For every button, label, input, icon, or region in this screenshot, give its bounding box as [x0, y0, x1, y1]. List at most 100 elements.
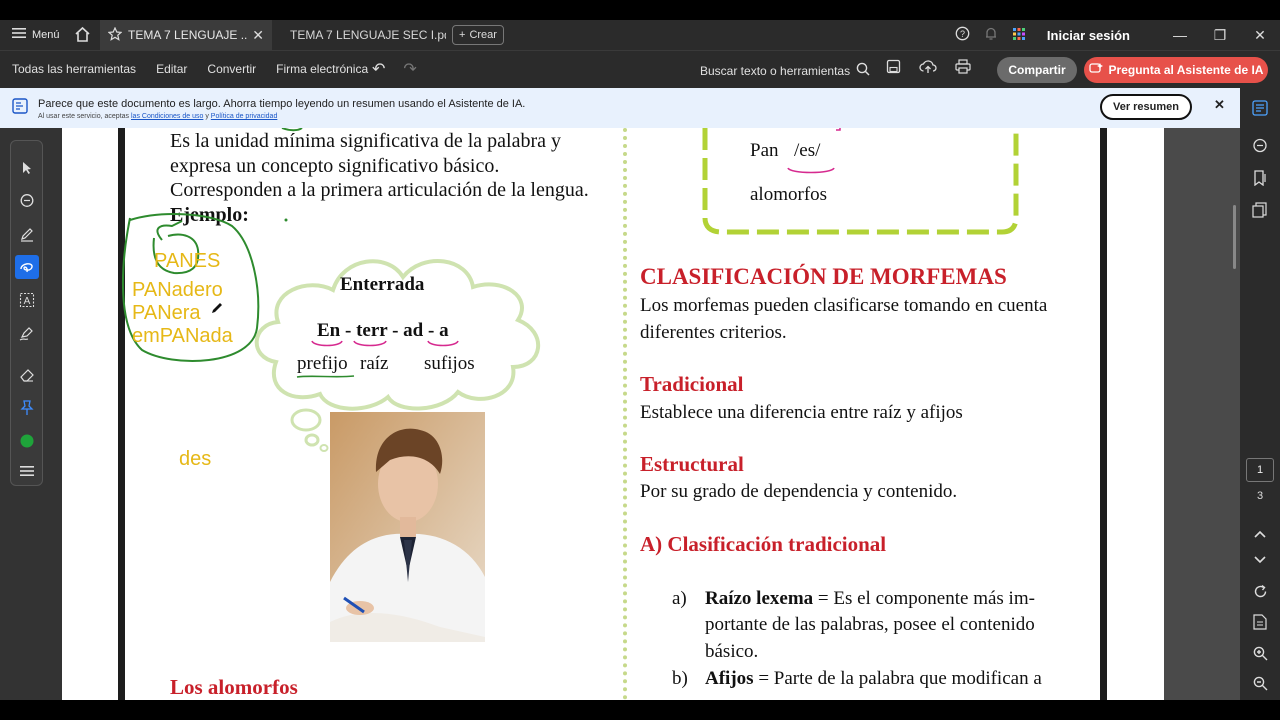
- redo-icon[interactable]: ↷: [403, 59, 416, 79]
- ai-document-icon: [12, 98, 28, 119]
- close-tab-icon[interactable]: ✕: [252, 27, 264, 44]
- hand-word-panes: PANES: [154, 250, 221, 272]
- quick-tools: A: [10, 140, 43, 486]
- hand-word-panadero: PANadero: [132, 279, 223, 301]
- apps-grid-icon[interactable]: [1005, 27, 1033, 44]
- item-a-line-2: portante de las palabras, posee el conte…: [705, 614, 1035, 635]
- close-window-icon[interactable]: ✕: [1240, 27, 1280, 44]
- box-word-alomorfos: alomorfos: [750, 184, 828, 205]
- zoom-out-icon[interactable]: [1250, 676, 1270, 694]
- edit-menu[interactable]: Editar: [156, 62, 187, 76]
- eraser-icon[interactable]: [15, 363, 39, 387]
- document-icon[interactable]: [1250, 614, 1270, 633]
- home-icon[interactable]: [74, 26, 91, 46]
- svg-text:A: A: [24, 296, 31, 307]
- star-icon[interactable]: [107, 26, 123, 44]
- prefix-underline: [296, 375, 355, 378]
- menu-button[interactable]: Menú: [12, 27, 60, 42]
- terms-link[interactable]: las Condiciones de uso: [131, 113, 203, 120]
- help-icon[interactable]: ?: [949, 26, 977, 44]
- refresh-icon[interactable]: [1250, 584, 1270, 602]
- highlight-pen-icon[interactable]: [15, 222, 39, 246]
- label-sufijos: sufijos: [424, 353, 475, 374]
- select-cursor-icon[interactable]: [15, 156, 39, 180]
- view-summary-button[interactable]: Ver resumen: [1100, 94, 1192, 120]
- create-button[interactable]: + Crear: [452, 25, 504, 45]
- ai-summary-panel-icon[interactable]: [1250, 100, 1270, 119]
- comments-panel-icon[interactable]: [1250, 138, 1270, 157]
- chevron-down-icon[interactable]: [1250, 552, 1270, 567]
- notice-terms: Al usar este servicio, aceptas las Condi…: [38, 113, 277, 120]
- heading-estructural: Estructural: [640, 452, 744, 476]
- intro-line-1: Los morfemas pueden clasificarse tomando…: [640, 295, 1048, 316]
- heading-clasificacion: CLASIFICACIÓN DE MORFEMAS: [640, 264, 1007, 289]
- current-page-indicator[interactable]: 1: [1246, 458, 1274, 482]
- item-b-def: = Parte de la palabra que modifican a: [753, 668, 1042, 689]
- text-box-icon[interactable]: A: [15, 288, 39, 312]
- chevron-up-icon[interactable]: [1250, 526, 1270, 541]
- hand-word-panera: PANera: [132, 302, 201, 324]
- upload-cloud-icon[interactable]: [919, 59, 937, 78]
- tab-label: TEMA 7 LENGUAJE ...: [128, 28, 248, 42]
- search-label: Buscar texto o herramientas: [700, 63, 851, 78]
- tradicional-text: Establece una diferencia entre raíz y af…: [640, 402, 963, 423]
- morpheme-brackets: [311, 340, 459, 347]
- item-a-def: = Es el componente más im-: [813, 588, 1035, 609]
- sign-pen-icon[interactable]: [15, 321, 39, 345]
- item-b-term: Afijos: [705, 668, 754, 689]
- right-tool-rail: 1 3: [1240, 88, 1280, 700]
- restore-icon[interactable]: ❐: [1200, 27, 1240, 44]
- search-icon: [856, 62, 870, 79]
- esign-menu[interactable]: Firma electrónica: [276, 62, 368, 76]
- item-b-line-1: Afijos = Parte de la palabra que modific…: [705, 668, 1042, 690]
- heading-clasificacion-tradicional: A) Clasificación tradicional: [640, 532, 887, 556]
- pages-icon[interactable]: [1250, 202, 1270, 221]
- undo-icon[interactable]: ↶: [372, 59, 385, 79]
- tab-label: TEMA 7 LENGUAJE SEC I.pdf: [290, 28, 446, 42]
- item-a-line-1: Raízo lexema = Es el componente más im-: [705, 588, 1035, 610]
- create-label: Crear: [469, 29, 497, 41]
- cloud-title: Enterrada: [340, 274, 425, 295]
- title-bar: Menú TEMA 7 LENGUAJE ... ✕ TEMA 7 LENGUA…: [0, 20, 1280, 50]
- main-toolbar: Todas las herramientas Editar Convertir …: [0, 50, 1280, 88]
- save-icon[interactable]: [886, 59, 901, 78]
- menu-label: Menú: [32, 28, 60, 41]
- more-options-icon[interactable]: [15, 459, 39, 483]
- privacy-link[interactable]: Política de privacidad: [211, 113, 278, 120]
- tab-document[interactable]: TEMA 7 LENGUAJE SEC I.pdf: [276, 20, 446, 50]
- item-a-term: Raízo lexema: [705, 588, 814, 609]
- comment-icon[interactable]: [15, 189, 39, 213]
- zoom-in-icon[interactable]: [1250, 646, 1270, 664]
- share-button[interactable]: Compartir: [997, 57, 1077, 83]
- dismiss-notice-icon[interactable]: ✕: [1214, 97, 1225, 113]
- ai-summary-notice: Parece que este documento es largo. Ahor…: [0, 88, 1240, 128]
- freehand-draw-icon[interactable]: [15, 255, 39, 279]
- minimize-icon[interactable]: —: [1160, 27, 1200, 43]
- bell-icon[interactable]: [977, 26, 1005, 44]
- heading-alomorfos: Los alomorfos: [170, 675, 298, 699]
- ai-assistant-label: Pregunta al Asistente de IA: [1108, 63, 1264, 77]
- color-picker-icon[interactable]: [15, 429, 39, 453]
- heading-tradicional: Tradicional: [640, 372, 744, 396]
- pin-icon[interactable]: [15, 396, 39, 420]
- box-word-es: /es/: [794, 140, 821, 161]
- total-pages: 3: [1256, 490, 1264, 502]
- tab-active-document[interactable]: TEMA 7 LENGUAJE ... ✕: [100, 20, 272, 50]
- hand-word-empanada: emPANada: [132, 325, 233, 347]
- convert-menu[interactable]: Convertir: [207, 62, 256, 76]
- ai-assistant-button[interactable]: Pregunta al Asistente de IA: [1084, 57, 1268, 83]
- box-word-pan: Pan: [750, 140, 779, 161]
- all-tools-menu[interactable]: Todas las herramientas: [12, 62, 136, 76]
- print-icon[interactable]: [955, 59, 971, 78]
- terms-and: y: [205, 113, 209, 120]
- vertical-scrollbar[interactable]: [1233, 205, 1236, 269]
- pdf-page[interactable]: Es la unidad mínima significativa de la …: [62, 128, 1164, 700]
- hamburger-icon: [12, 27, 26, 42]
- svg-text:?: ?: [960, 29, 965, 39]
- page-border-right: [1100, 128, 1107, 700]
- es-bracket: [787, 167, 835, 174]
- item-a-line-3: básico.: [705, 641, 759, 662]
- bookmarks-icon[interactable]: [1250, 170, 1270, 189]
- signin-button[interactable]: Iniciar sesión: [1047, 28, 1130, 43]
- search-tools[interactable]: Buscar texto o herramientas: [700, 62, 870, 79]
